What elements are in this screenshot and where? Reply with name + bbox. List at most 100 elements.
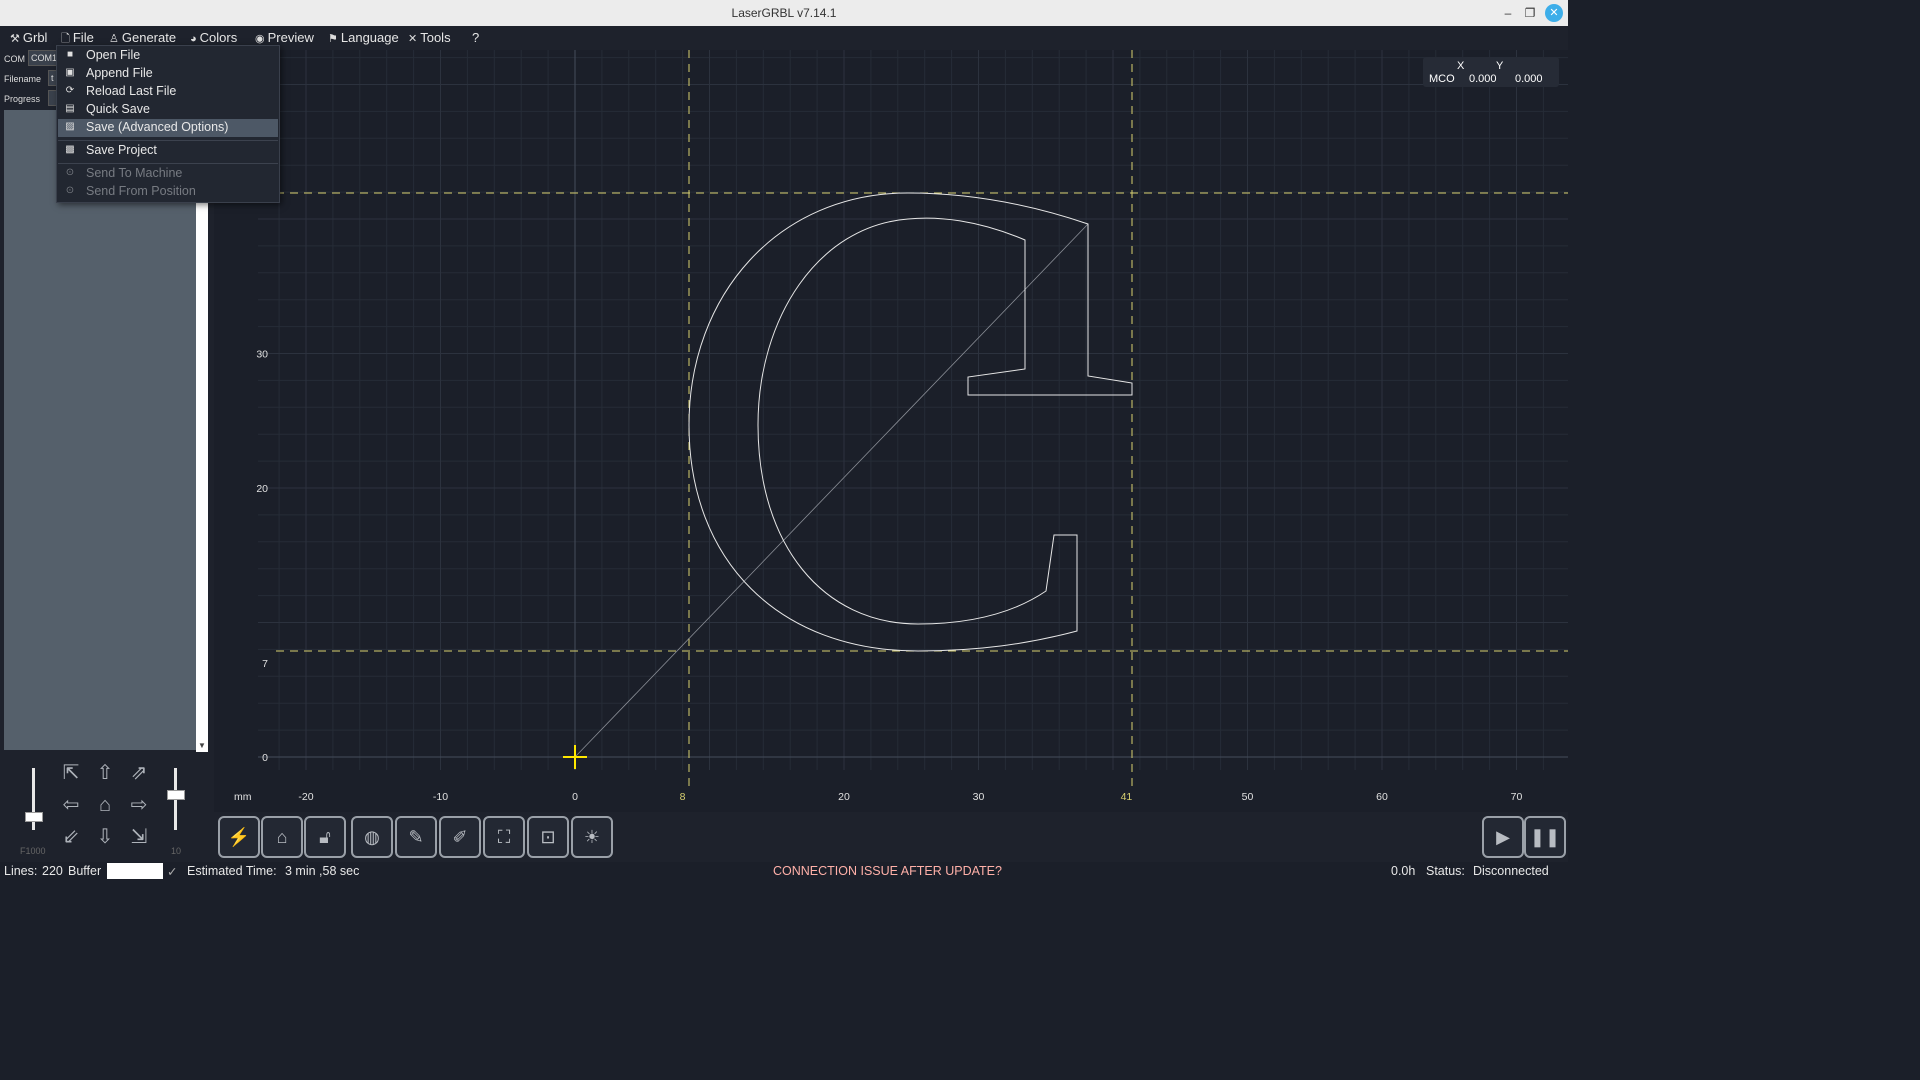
pause-icon[interactable]: ❚❚ bbox=[1524, 816, 1566, 858]
x-tick-label: -10 bbox=[433, 791, 448, 803]
jog-up-left-icon[interactable]: ⇱ bbox=[58, 760, 84, 786]
connection-notice-link[interactable]: CONNECTION ISSUE AFTER UPDATE? bbox=[773, 864, 1002, 878]
pen-rotate-icon[interactable]: ✎ bbox=[395, 816, 437, 858]
x-tick-label: 20 bbox=[838, 791, 850, 803]
x-label: X bbox=[1457, 60, 1465, 72]
grbl-icon: ⚒ bbox=[10, 33, 20, 45]
restore-button[interactable]: ❐ bbox=[1521, 4, 1539, 22]
menu-open-file[interactable]: ■ Open File bbox=[58, 47, 278, 65]
filename-label: Filename bbox=[4, 74, 42, 84]
play-circle-icon: ⊙ bbox=[65, 167, 75, 178]
lines-label: Lines: bbox=[4, 864, 38, 878]
jog-down-right-icon[interactable]: ⇲ bbox=[126, 824, 152, 850]
menu-help[interactable]: ? bbox=[472, 30, 479, 48]
status-value: Disconnected bbox=[1473, 864, 1549, 878]
y-tick-label: 0 bbox=[262, 752, 268, 764]
scroll-down-icon[interactable]: ▼ bbox=[196, 740, 208, 752]
menu-separator bbox=[58, 163, 278, 164]
step-slider-knob[interactable] bbox=[167, 790, 185, 800]
menu-reload-last-file[interactable]: ⟳ Reload Last File bbox=[58, 83, 278, 101]
buffer-bar bbox=[107, 863, 163, 879]
menu-quick-save-label: Quick Save bbox=[86, 102, 150, 116]
jog-down-icon[interactable]: ⇩ bbox=[92, 824, 118, 850]
status-bar: Lines: 220 Buffer ✓ Estimated Time: 3 mi… bbox=[0, 862, 1568, 882]
file-icon: 🗋 bbox=[61, 33, 70, 45]
menu-send-to-machine[interactable]: ⊙ Send To Machine bbox=[58, 165, 278, 183]
menu-tools[interactable]: ✕ Tools bbox=[408, 30, 451, 48]
x-tick-label: 0 bbox=[572, 791, 578, 803]
jog-home-icon[interactable]: ⌂ bbox=[92, 792, 118, 818]
progress-label: Progress bbox=[4, 94, 41, 104]
menu-help-label: ? bbox=[472, 30, 480, 45]
x-value: 0.000 bbox=[1469, 73, 1497, 85]
preview-canvas[interactable]: mm -20 -10 0 8 20 30 41 50 60 70 30 20 7 0 bbox=[218, 50, 1568, 812]
menu-send-from-position[interactable]: ⊙ Send From Position bbox=[58, 183, 278, 201]
y-tick-label: 7 bbox=[262, 658, 268, 670]
palette-icon: ◕ bbox=[190, 33, 197, 45]
window-title: LaserGRBL v7.14.1 bbox=[731, 6, 837, 20]
menu-quick-save[interactable]: ▤ Quick Save bbox=[58, 101, 278, 119]
generate-icon: ♙ bbox=[109, 33, 119, 45]
jog-right-icon[interactable]: ⇨ bbox=[126, 792, 152, 818]
frame-icon[interactable]: ⛶ bbox=[483, 816, 525, 858]
menu-generate-label: Generate bbox=[121, 30, 177, 45]
x-tick-label: 60 bbox=[1376, 791, 1388, 803]
save-icon: ▤ bbox=[65, 103, 75, 114]
elapsed-time: 0.0h bbox=[1391, 864, 1416, 878]
jog-left-icon[interactable]: ⇦ bbox=[58, 792, 84, 818]
y-label: Y bbox=[1496, 60, 1504, 72]
menu-language[interactable]: ⚑ Language bbox=[328, 30, 399, 48]
buffer-label: Buffer bbox=[68, 864, 102, 878]
save-project-icon: ▩ bbox=[65, 144, 75, 155]
append-file-icon: ▣ bbox=[65, 67, 75, 78]
speed-label: F1000 bbox=[20, 846, 46, 856]
estimated-value: 3 min ,58 sec bbox=[285, 864, 360, 878]
save-advanced-icon: ▨ bbox=[65, 121, 75, 132]
menu-save-project-label: Save Project bbox=[86, 143, 157, 157]
lightning-icon[interactable]: ⚡ bbox=[218, 816, 260, 858]
menu-append-file[interactable]: ▣ Append File bbox=[58, 65, 278, 83]
preview-icon: ◉ bbox=[255, 33, 265, 45]
play-icon[interactable]: ▶ bbox=[1482, 816, 1524, 858]
wrench-icon[interactable]: ✓ bbox=[167, 864, 177, 879]
minimize-button[interactable]: – bbox=[1499, 4, 1517, 22]
jog-up-right-icon[interactable]: ⇗ bbox=[126, 760, 152, 786]
console-log[interactable] bbox=[4, 110, 196, 750]
menu-file-label: File bbox=[72, 30, 94, 45]
home-icon[interactable]: ⌂ bbox=[261, 816, 303, 858]
menu-save-advanced[interactable]: ▨ Save (Advanced Options) bbox=[58, 119, 278, 137]
y-value: 0.000 bbox=[1515, 73, 1543, 85]
estimated-label: Estimated Time: bbox=[187, 864, 277, 878]
menu-save-project[interactable]: ▩ Save Project bbox=[58, 142, 278, 160]
lines-value: 220 bbox=[42, 864, 63, 878]
menu-language-label: Language bbox=[340, 30, 399, 45]
file-menu-dropdown: ■ Open File ▣ Append File ⟳ Reload Last … bbox=[56, 45, 280, 203]
x-tick-label: -20 bbox=[298, 791, 313, 803]
jog-down-left-icon[interactable]: ⇙ bbox=[58, 824, 84, 850]
menu-colors-label: Colors bbox=[199, 30, 238, 45]
step-label: 10 bbox=[171, 846, 182, 856]
menu-grbl-label: Grbl bbox=[22, 30, 48, 45]
menu-preview-label: Preview bbox=[267, 30, 314, 45]
focus-icon[interactable]: ⊡ bbox=[527, 816, 569, 858]
globe-icon[interactable]: ◍ bbox=[351, 816, 393, 858]
x-tick-label: 30 bbox=[973, 791, 985, 803]
title-bar: LaserGRBL v7.14.1 – ❐ ✕ bbox=[0, 0, 1568, 26]
jog-up-icon[interactable]: ⇧ bbox=[92, 760, 118, 786]
unlock-icon[interactable]: 🔓︎ bbox=[304, 816, 346, 858]
pen-icon[interactable]: ✐ bbox=[439, 816, 481, 858]
menu-grbl[interactable]: ⚒ Grbl bbox=[10, 30, 47, 48]
flag-icon: ⚑ bbox=[328, 33, 338, 45]
coord-mode: MCO bbox=[1429, 73, 1455, 85]
preview-svg: mm -20 -10 0 8 20 30 41 50 60 70 302070 bbox=[218, 50, 1568, 812]
close-button[interactable]: ✕ bbox=[1545, 4, 1563, 22]
x-tick-label: 70 bbox=[1511, 791, 1523, 803]
folder-icon: ■ bbox=[66, 49, 74, 60]
menu-tools-label: Tools bbox=[420, 30, 451, 45]
menu-append-file-label: Append File bbox=[86, 66, 153, 80]
unit-label: mm bbox=[234, 791, 252, 803]
speed-slider-knob[interactable] bbox=[25, 812, 43, 822]
lightbulb-icon[interactable]: ☀ bbox=[571, 816, 613, 858]
menu-save-advanced-label: Save (Advanced Options) bbox=[86, 120, 229, 134]
console-scrollbar[interactable]: ▼ bbox=[196, 200, 208, 752]
